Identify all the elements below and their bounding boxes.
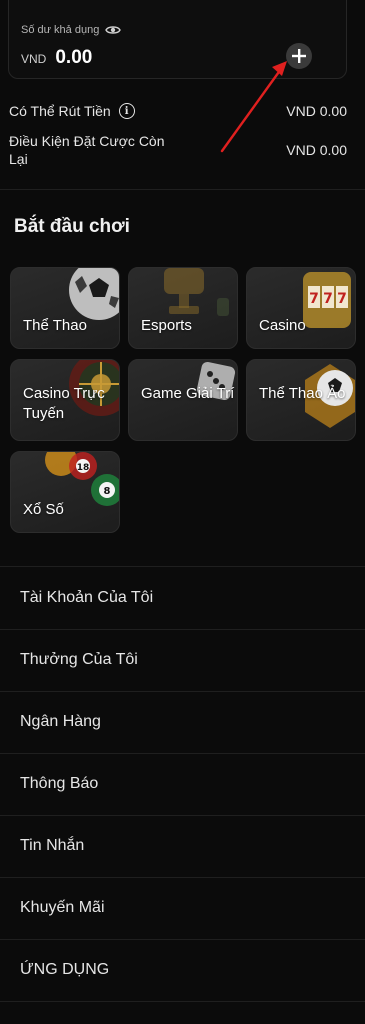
menu-item-label: Thưởng Của Tôi [20,651,138,668]
tile-label: Casino [259,317,306,334]
plus-icon [292,49,306,63]
tile-live-casino[interactable]: Casino Trực Tuyến [10,359,120,441]
betting-condition-value: VND 0.00 [286,142,347,158]
menu-item-app[interactable]: ỨNG DỤNG [0,939,365,1002]
svg-text:7: 7 [323,291,333,307]
menu-item-label: Tài Khoản Của Tôi [20,589,154,606]
withdrawable-label: Có Thể Rút Tiền [9,103,111,119]
tile-esports[interactable]: Esports [128,267,238,349]
withdrawable-row: Có Thể Rút Tiền i VND 0.00 [9,103,347,119]
balance-amount-row: VND 0.00 [21,47,92,69]
menu-item-label: Tin Nhắn [20,837,85,854]
svg-text:7: 7 [337,291,347,307]
menu-item-my-account[interactable]: Tài Khoản Của Tôi [0,567,365,630]
eye-icon[interactable] [105,24,122,36]
betting-condition-label: Điều Kiện Đặt Cược Còn Lại [9,133,165,167]
games-section-title: Bắt đầu chơi [14,216,130,237]
menu-item-my-rewards[interactable]: Thưởng Của Tôi [0,629,365,692]
menu-item-banking[interactable]: Ngân Hàng [0,691,365,754]
menu-item-promotions[interactable]: Khuyến Mãi [0,877,365,940]
svg-text:7: 7 [309,291,319,307]
tile-casino[interactable]: 7 7 7 Casino [246,267,356,349]
add-funds-button[interactable] [286,43,312,69]
tile-label: Xổ Số [23,501,64,518]
menu-item-notifications[interactable]: Thông Báo [0,753,365,816]
svg-text:18: 18 [77,463,90,473]
withdrawable-value: VND 0.00 [286,103,347,119]
menu-item-label: Khuyến Mãi [20,899,105,916]
balance-amount: 0.00 [55,47,93,68]
tile-lottery[interactable]: 18 8 Xổ Số [10,451,120,533]
trophy-icon [164,268,229,316]
svg-text:8: 8 [104,486,111,497]
menu-item-label: ỨNG DỤNG [20,961,110,978]
balance-label: Số dư khả dụng [21,24,100,36]
tile-sports[interactable]: Thể Thao [10,267,120,349]
menu-item-label: Thông Báo [20,775,99,792]
divider [0,189,365,190]
info-icon[interactable]: i [118,103,135,119]
tile-label: Thể Thao [23,317,87,334]
menu-item-label: Ngân Hàng [20,713,101,730]
tile-label: Game Giải Trí [141,385,235,402]
tile-label: Esports [141,317,192,334]
menu-item-messages[interactable]: Tin Nhắn [0,815,365,878]
tile-arcade[interactable]: Game Giải Trí [128,359,238,441]
tile-virtual-sports[interactable]: Thể Thao Ảo [246,359,356,441]
balance-currency: VND [21,52,47,66]
tile-label: Casino Trực Tuyến [23,385,105,422]
balance-label-row: Số dư khả dụng [21,24,122,36]
tile-label: Thể Thao Ảo [259,385,346,402]
betting-condition-row: Điều Kiện Đặt Cược Còn Lại VND 0.00 [9,132,347,168]
